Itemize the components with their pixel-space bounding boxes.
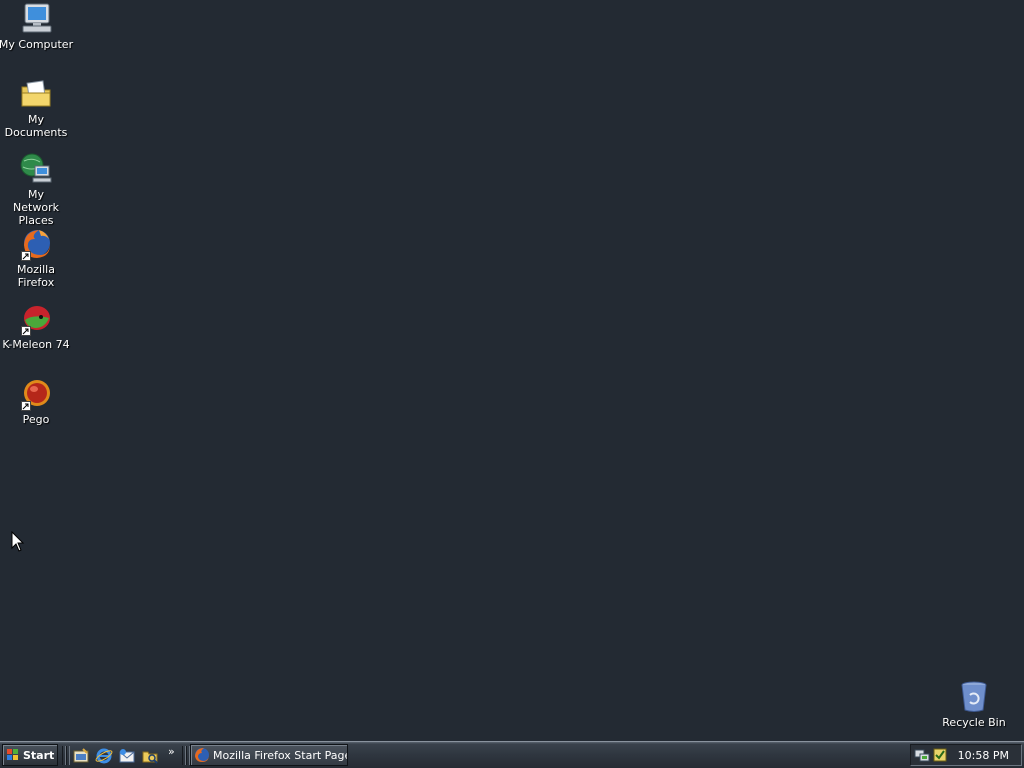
pego-icon: [19, 377, 53, 411]
desktop-icon-pego[interactable]: Pego: [0, 377, 74, 426]
mouse-cursor-icon: [11, 530, 25, 556]
security-tray-icon[interactable]: [932, 747, 948, 763]
firefox-icon: [194, 747, 210, 763]
firefox-icon: [19, 227, 53, 261]
desktop-icon-label: My Computer: [0, 38, 74, 51]
desktop-icon-label: My Documents: [4, 113, 68, 139]
desktop-icon-my-documents[interactable]: My Documents: [0, 77, 74, 139]
start-button[interactable]: Start: [2, 744, 58, 766]
desktop-icon-label: Pego: [22, 413, 50, 426]
clock[interactable]: 10:58 PM: [958, 749, 1009, 762]
taskbar: Start » Mozilla Firefox Start Page... 10…: [0, 741, 1024, 768]
desktop-icon-label: Recycle Bin: [942, 716, 1006, 729]
recycle-bin-icon: [957, 680, 991, 714]
windows-logo-icon: [6, 748, 20, 762]
start-label: Start: [23, 748, 55, 762]
desktop-icon-label: Mozilla Firefox: [17, 263, 55, 289]
task-button-firefox[interactable]: Mozilla Firefox Start Page...: [190, 744, 348, 766]
shortcut-arrow-icon: [21, 326, 31, 336]
internet-explorer-icon[interactable]: [95, 747, 113, 765]
task-button-label: Mozilla Firefox Start Page...: [213, 748, 348, 762]
desktop-icon-label: K-Meleon 74: [2, 338, 70, 351]
show-desktop-icon[interactable]: [72, 747, 90, 765]
desktop-icon-k-meleon[interactable]: K-Meleon 74: [0, 302, 74, 351]
desktop-icon-my-computer[interactable]: My Computer: [0, 2, 74, 51]
desktop-icon-mozilla-firefox[interactable]: Mozilla Firefox: [0, 227, 74, 289]
desktop-icon-recycle-bin[interactable]: Recycle Bin: [936, 680, 1012, 729]
quick-launch-chevron[interactable]: »: [168, 745, 175, 758]
taskbar-separator: [66, 746, 70, 765]
outlook-express-icon[interactable]: [118, 747, 136, 765]
windows-explorer-icon[interactable]: [141, 747, 159, 765]
shortcut-arrow-icon: [21, 251, 31, 261]
desktop: My Computer My Documents My Network Plac…: [0, 0, 1024, 741]
desktop-icon-label: My Network Places: [13, 188, 59, 227]
my-documents-icon: [19, 77, 53, 111]
network-tray-icon[interactable]: [914, 747, 930, 763]
kmeleon-icon: [19, 302, 53, 336]
system-tray: 10:58 PM: [910, 744, 1022, 766]
my-computer-icon: [19, 2, 53, 36]
network-places-icon: [19, 152, 53, 186]
shortcut-arrow-icon: [21, 401, 31, 411]
desktop-icon-my-network-places[interactable]: My Network Places: [0, 152, 74, 227]
